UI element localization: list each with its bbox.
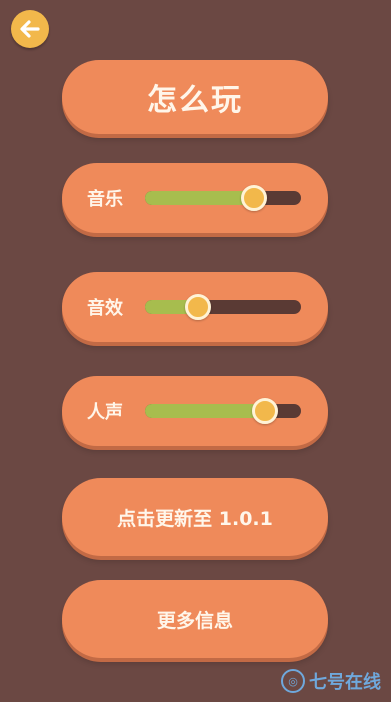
how-to-play-button[interactable]: 怎么玩 — [62, 60, 328, 134]
sound-effects-slider[interactable] — [145, 294, 301, 320]
how-to-play-label: 怎么玩 — [147, 83, 243, 118]
music-slider-handle[interactable] — [241, 185, 268, 211]
more-info-button[interactable]: 更多信息 — [62, 580, 328, 658]
update-button[interactable]: 点击更新至 1.0.1 — [62, 478, 328, 556]
music-slider[interactable] — [145, 185, 301, 211]
voice-label: 人声 — [87, 402, 123, 423]
watermark-text: 七号在线 — [309, 672, 381, 693]
music-label: 音乐 — [87, 189, 123, 210]
music-slider-row: 音乐 — [62, 163, 328, 233]
more-info-label: 更多信息 — [156, 609, 233, 632]
watermark-logo-icon: ◎ — [281, 669, 305, 693]
music-slider-fill — [145, 191, 255, 205]
arrow-left-icon — [20, 20, 40, 38]
voice-slider-handle[interactable] — [252, 398, 279, 424]
sound-effects-label: 音效 — [87, 298, 123, 319]
voice-slider[interactable] — [145, 398, 301, 424]
update-label: 点击更新至 1.0.1 — [117, 507, 273, 530]
back-button[interactable] — [11, 10, 49, 48]
sound-effects-slider-handle[interactable] — [185, 294, 212, 320]
voice-slider-row: 人声 — [62, 376, 328, 446]
sound-effects-slider-row: 音效 — [62, 272, 328, 342]
watermark: ◎ 七号在线 — [281, 668, 381, 694]
voice-slider-fill — [145, 404, 266, 418]
